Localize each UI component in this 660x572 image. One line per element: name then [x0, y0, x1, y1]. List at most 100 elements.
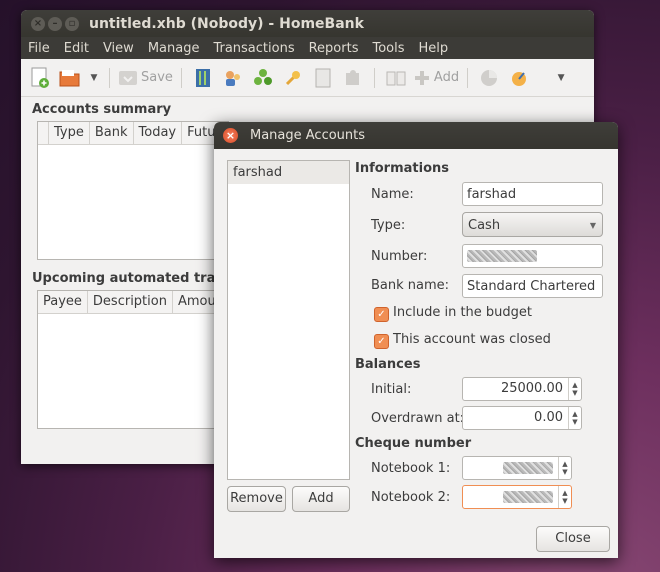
initial-value[interactable]: 25000.00 [463, 378, 568, 400]
overdrawn-spinner[interactable]: 0.00 ▲ ▼ [462, 406, 582, 430]
toolbar-separator [109, 67, 110, 88]
close-dialog-icon[interactable]: × [223, 128, 238, 143]
menu-file[interactable]: File [21, 41, 57, 56]
menu-view[interactable]: View [96, 41, 141, 56]
payees-button[interactable] [220, 65, 246, 91]
closed-checkbox-label[interactable]: This account was closed [393, 332, 551, 347]
new-file-icon [31, 67, 49, 88]
open-register-button[interactable] [383, 65, 409, 91]
pin-icon [285, 70, 300, 85]
menu-reports[interactable]: Reports [302, 41, 366, 56]
column-today[interactable]: Today [134, 122, 183, 144]
archive-button[interactable] [280, 65, 306, 91]
spin-arrows-icon[interactable]: ▲ ▼ [568, 407, 581, 429]
closed-checkbox[interactable]: ✓ [374, 334, 389, 349]
column-spacer [38, 122, 49, 144]
pie-chart-icon [481, 69, 498, 86]
window-title: untitled.xhb (Nobody) - HomeBank [89, 15, 364, 32]
folder-icon [59, 69, 80, 86]
toolbar: ▼ Save Add ▼ [21, 59, 594, 97]
spin-arrows-icon[interactable]: ▲ ▼ [568, 378, 581, 400]
remove-button[interactable]: Remove [227, 486, 286, 512]
accounts-summary-title: Accounts summary [32, 102, 172, 117]
toolbar-separator [373, 67, 375, 88]
type-value: Cash [468, 218, 501, 233]
upcoming-list[interactable]: Payee Description Amount [37, 290, 236, 429]
new-file-button[interactable] [27, 65, 53, 91]
spin-arrows-icon[interactable]: ▲ ▼ [558, 486, 571, 508]
manage-accounts-dialog: × Manage Accounts farshad Remove Add Inf… [214, 122, 618, 558]
column-payee[interactable]: Payee [38, 291, 88, 313]
dialog-title: Manage Accounts [250, 128, 366, 143]
number-input[interactable] [462, 244, 603, 268]
redacted-value [503, 491, 553, 503]
menu-edit[interactable]: Edit [57, 41, 96, 56]
main-titlebar: × – ▫ untitled.xhb (Nobody) - HomeBank [21, 10, 594, 37]
accounts-summary-list[interactable]: Type Bank Today Future [37, 121, 235, 260]
add-label: Add [433, 70, 460, 85]
account-book-icon [195, 68, 210, 87]
menu-transactions[interactable]: Transactions [206, 41, 301, 56]
cheque-heading: Cheque number [355, 436, 472, 451]
save-icon [119, 70, 137, 85]
number-label: Number: [371, 249, 428, 264]
statistics-button[interactable] [476, 65, 502, 91]
close-window-icon[interactable]: × [31, 16, 45, 31]
toolbar-overflow-icon[interactable]: ▼ [554, 65, 568, 91]
bank-name-label: Bank name: [371, 278, 450, 293]
toolbar-separator [180, 67, 182, 88]
column-bank[interactable]: Bank [90, 122, 134, 144]
recent-dropdown-icon[interactable]: ▼ [87, 65, 101, 91]
book-icon [386, 71, 406, 85]
menu-help[interactable]: Help [412, 41, 456, 56]
gauge-icon [512, 71, 527, 86]
spin-arrows-icon[interactable]: ▲ ▼ [558, 457, 571, 479]
column-description[interactable]: Description [88, 291, 173, 313]
budget-checkbox[interactable]: ✓ [374, 307, 389, 322]
maximize-window-icon[interactable]: ▫ [65, 16, 79, 31]
close-button[interactable]: Close [536, 526, 610, 552]
chevron-down-icon: ▼ [589, 221, 596, 230]
redacted-value [503, 462, 553, 474]
initial-spinner[interactable]: 25000.00 ▲ ▼ [462, 377, 582, 401]
accounts-list[interactable]: farshad [227, 160, 350, 480]
accounts-button[interactable] [190, 65, 216, 91]
overdrawn-value[interactable]: 0.00 [463, 407, 568, 429]
balances-heading: Balances [355, 357, 421, 372]
save-button[interactable]: Save [118, 65, 173, 91]
save-label: Save [141, 70, 173, 85]
redacted-value [467, 250, 537, 262]
initial-label: Initial: [371, 382, 412, 397]
minimize-window-icon[interactable]: – [48, 16, 62, 31]
notebook1-spinner[interactable]: ▲ ▼ [462, 456, 572, 480]
puzzle-icon [345, 69, 359, 85]
notebook2-spinner[interactable]: ▲ ▼ [462, 485, 572, 509]
notebook2-label: Notebook 2: [371, 490, 451, 505]
assign-button[interactable] [340, 65, 366, 91]
add-account-button[interactable]: Add [292, 486, 350, 512]
budget-button[interactable] [310, 65, 336, 91]
accounts-summary-header: Type Bank Today Future [38, 122, 235, 145]
budget-checkbox-label[interactable]: Include in the budget [393, 305, 532, 320]
open-file-button[interactable] [57, 65, 83, 91]
upcoming-title: Upcoming automated transa [32, 271, 242, 286]
type-select[interactable]: Cash ▼ [462, 212, 603, 237]
column-type[interactable]: Type [49, 122, 90, 144]
add-transaction-button[interactable]: Add [413, 65, 459, 91]
toolbar-separator [467, 67, 469, 88]
payee-icon [225, 70, 240, 86]
menu-tools[interactable]: Tools [365, 41, 411, 56]
notebook1-label: Notebook 1: [371, 461, 451, 476]
name-input[interactable]: farshad [462, 182, 603, 206]
bank-name-input[interactable]: Standard Chartered [462, 274, 603, 298]
menu-manage[interactable]: Manage [141, 41, 207, 56]
budget-report-button[interactable] [506, 65, 532, 91]
upcoming-header: Payee Description Amount [38, 291, 236, 314]
plus-icon [414, 70, 429, 85]
categories-button[interactable] [250, 65, 276, 91]
notebook2-value[interactable] [463, 486, 558, 508]
overdrawn-label: Overdrawn at: [371, 411, 465, 426]
category-icon [253, 68, 272, 85]
notebook1-value[interactable] [463, 457, 558, 479]
list-item[interactable]: farshad [228, 161, 349, 184]
